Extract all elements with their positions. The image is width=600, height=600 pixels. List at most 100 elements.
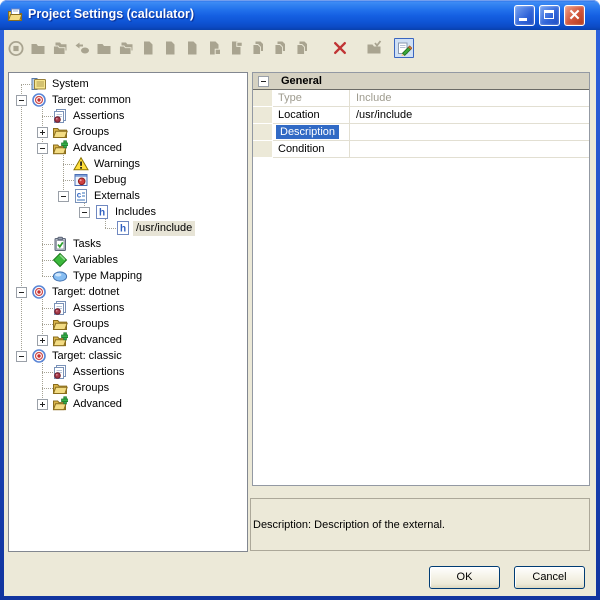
tree-connector-stub <box>63 180 74 181</box>
collapse-section-expander[interactable] <box>258 76 269 87</box>
tree-item-label[interactable]: Warnings <box>91 157 143 172</box>
tree-item-label[interactable]: Target: common <box>49 93 134 108</box>
property-name-cell[interactable]: Location <box>273 107 349 124</box>
document-flag-button[interactable] <box>226 37 246 59</box>
tree-item-advanced[interactable]: Advanced <box>9 396 247 412</box>
tree-item-label[interactable]: Tasks <box>70 237 104 252</box>
tree-item-label[interactable]: Assertions <box>70 365 127 380</box>
document-stack-button[interactable] <box>292 37 312 59</box>
folder-button[interactable] <box>94 37 114 59</box>
assertions-icon <box>52 364 68 380</box>
tree-item-groups[interactable]: Groups <box>9 316 247 332</box>
tree-item-tasks[interactable]: Tasks <box>9 236 247 252</box>
folder-button[interactable] <box>28 37 48 59</box>
tree-item-label[interactable]: Advanced <box>70 397 125 412</box>
maximize-button[interactable] <box>539 5 560 26</box>
property-value-cell[interactable]: Include <box>349 90 589 107</box>
tree-item-label[interactable]: Type Mapping <box>70 269 145 284</box>
property-row-description[interactable]: Description <box>253 124 589 141</box>
minimize-button[interactable] <box>514 5 535 26</box>
expand-expander[interactable] <box>37 335 48 346</box>
tree-item-advanced[interactable]: Advanced <box>9 140 247 156</box>
property-value-cell[interactable] <box>349 141 589 158</box>
folder-check-button[interactable] <box>364 37 384 59</box>
tree-item-usr-include[interactable]: h/usr/include <box>9 220 247 236</box>
tree-item-warnings[interactable]: Warnings <box>9 156 247 172</box>
tree-item-label[interactable]: Target: dotnet <box>49 285 122 300</box>
folder-check-icon <box>366 40 382 56</box>
tree-item-includes[interactable]: hIncludes <box>9 204 247 220</box>
folder-stack-icon <box>118 40 134 56</box>
collapse-expander[interactable] <box>58 191 69 202</box>
tree-item-label[interactable]: Advanced <box>70 141 125 156</box>
tree-item-assertions[interactable]: Assertions <box>9 300 247 316</box>
tree-item-label[interactable]: Advanced <box>70 333 125 348</box>
arrow-small-button[interactable] <box>72 37 92 59</box>
document-button[interactable] <box>138 37 158 59</box>
tree-item-debug[interactable]: Debug <box>9 172 247 188</box>
tree-item-label[interactable]: Debug <box>91 173 129 188</box>
tree-connector-stub <box>42 388 53 389</box>
folder-stack-button[interactable] <box>116 37 136 59</box>
titlebar[interactable]: Project Settings (calculator) ✕ <box>0 0 600 30</box>
assertions-icon <box>52 300 68 316</box>
tree-item-label[interactable]: Externals <box>91 189 143 204</box>
window-icon <box>7 7 23 23</box>
property-name-cell[interactable]: Type <box>273 90 349 107</box>
collapse-expander[interactable] <box>79 207 90 218</box>
collapse-expander[interactable] <box>16 95 27 106</box>
svg-text:h: h <box>120 224 126 235</box>
tree-item-label[interactable]: System <box>49 77 92 92</box>
target-icon <box>31 284 47 300</box>
tree-item-label[interactable]: Includes <box>112 205 159 220</box>
settings-tree: SystemTarget: commonAssertionsGroupsAdva… <box>9 73 247 551</box>
collapse-expander[interactable] <box>16 351 27 362</box>
edit-button[interactable] <box>394 38 414 58</box>
tree-item-target-common[interactable]: Target: common <box>9 92 247 108</box>
tree-item-label[interactable]: /usr/include <box>133 221 195 236</box>
property-row-location[interactable]: Location/usr/include <box>253 107 589 124</box>
tree-item-externals[interactable]: cExternals <box>9 188 247 204</box>
tree-item-label[interactable]: Assertions <box>70 109 127 124</box>
red-x-button[interactable] <box>330 37 350 59</box>
tree-item-assertions[interactable]: Assertions <box>9 364 247 380</box>
externals-icon: c <box>73 188 89 204</box>
close-button[interactable]: ✕ <box>564 5 585 26</box>
ok-button[interactable]: OK <box>429 566 500 589</box>
tree-item-label[interactable]: Variables <box>70 253 121 268</box>
property-row-type[interactable]: TypeInclude <box>253 90 589 107</box>
cancel-button[interactable]: Cancel <box>514 566 585 589</box>
tree-item-label[interactable]: Assertions <box>70 301 127 316</box>
target-circle-button[interactable] <box>6 37 26 59</box>
document-button[interactable] <box>182 37 202 59</box>
tree-item-advanced[interactable]: Advanced <box>9 332 247 348</box>
collapse-expander[interactable] <box>16 287 27 298</box>
document-button[interactable] <box>160 37 180 59</box>
tree-item-label[interactable]: Target: classic <box>49 349 125 364</box>
property-row-condition[interactable]: Condition <box>253 141 589 158</box>
tree-item-type-mapping[interactable]: Type Mapping <box>9 268 247 284</box>
document-stack-button[interactable] <box>248 37 268 59</box>
tree-item-system[interactable]: System <box>9 76 247 92</box>
document-stack-button[interactable] <box>270 37 290 59</box>
property-value-cell[interactable] <box>349 124 589 141</box>
property-name-cell[interactable]: Description <box>273 124 349 141</box>
collapse-expander[interactable] <box>37 143 48 154</box>
tree-item-target-classic[interactable]: Target: classic <box>9 348 247 364</box>
tree-item-label[interactable]: Groups <box>70 125 112 140</box>
tree-item-variables[interactable]: Variables <box>9 252 247 268</box>
folder-stack-button[interactable] <box>50 37 70 59</box>
expand-expander[interactable] <box>37 399 48 410</box>
tree-item-assertions[interactable]: Assertions <box>9 108 247 124</box>
minimize-icon <box>519 18 527 21</box>
tree-item-groups[interactable]: Groups <box>9 124 247 140</box>
tree-item-label[interactable]: Groups <box>70 317 112 332</box>
property-value-cell[interactable]: /usr/include <box>349 107 589 124</box>
include-icon: h <box>94 204 110 220</box>
tree-item-label[interactable]: Groups <box>70 381 112 396</box>
tree-item-target-dotnet[interactable]: Target: dotnet <box>9 284 247 300</box>
tree-item-groups[interactable]: Groups <box>9 380 247 396</box>
document-badge-button[interactable] <box>204 37 224 59</box>
property-name-cell[interactable]: Condition <box>273 141 349 158</box>
expand-expander[interactable] <box>37 127 48 138</box>
